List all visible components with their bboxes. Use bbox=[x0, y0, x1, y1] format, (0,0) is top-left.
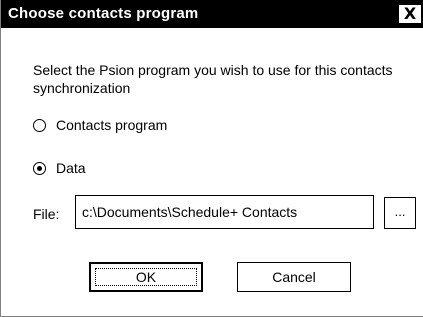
ok-label: OK bbox=[135, 269, 157, 285]
file-label: File: bbox=[33, 206, 60, 222]
title-bar[interactable]: Choose contacts program X bbox=[1, 0, 423, 28]
data-radio[interactable] bbox=[33, 161, 46, 175]
file-path-value: c:\Documents\Schedule+ Contacts bbox=[82, 204, 298, 220]
data-option[interactable]: Data bbox=[33, 158, 86, 178]
close-button[interactable]: X bbox=[398, 4, 422, 24]
dialog-title: Choose contacts program bbox=[8, 5, 199, 22]
file-path-input[interactable]: c:\Documents\Schedule+ Contacts bbox=[75, 195, 374, 229]
choose-contacts-dialog: Choose contacts program X Select the Psi… bbox=[0, 0, 423, 317]
contacts-program-radio[interactable] bbox=[33, 118, 46, 132]
ok-button[interactable]: OK bbox=[89, 262, 203, 292]
data-label: Data bbox=[56, 160, 86, 176]
contacts-program-label: Contacts program bbox=[56, 117, 168, 133]
browse-button[interactable]: ... bbox=[384, 197, 416, 229]
contacts-program-option[interactable]: Contacts program bbox=[33, 115, 167, 135]
cancel-label: Cancel bbox=[272, 269, 316, 285]
close-icon: X bbox=[403, 4, 417, 23]
description-text: Select the Psion program you wish to use… bbox=[33, 62, 393, 96]
cancel-button[interactable]: Cancel bbox=[237, 262, 351, 292]
browse-label: ... bbox=[394, 203, 406, 219]
